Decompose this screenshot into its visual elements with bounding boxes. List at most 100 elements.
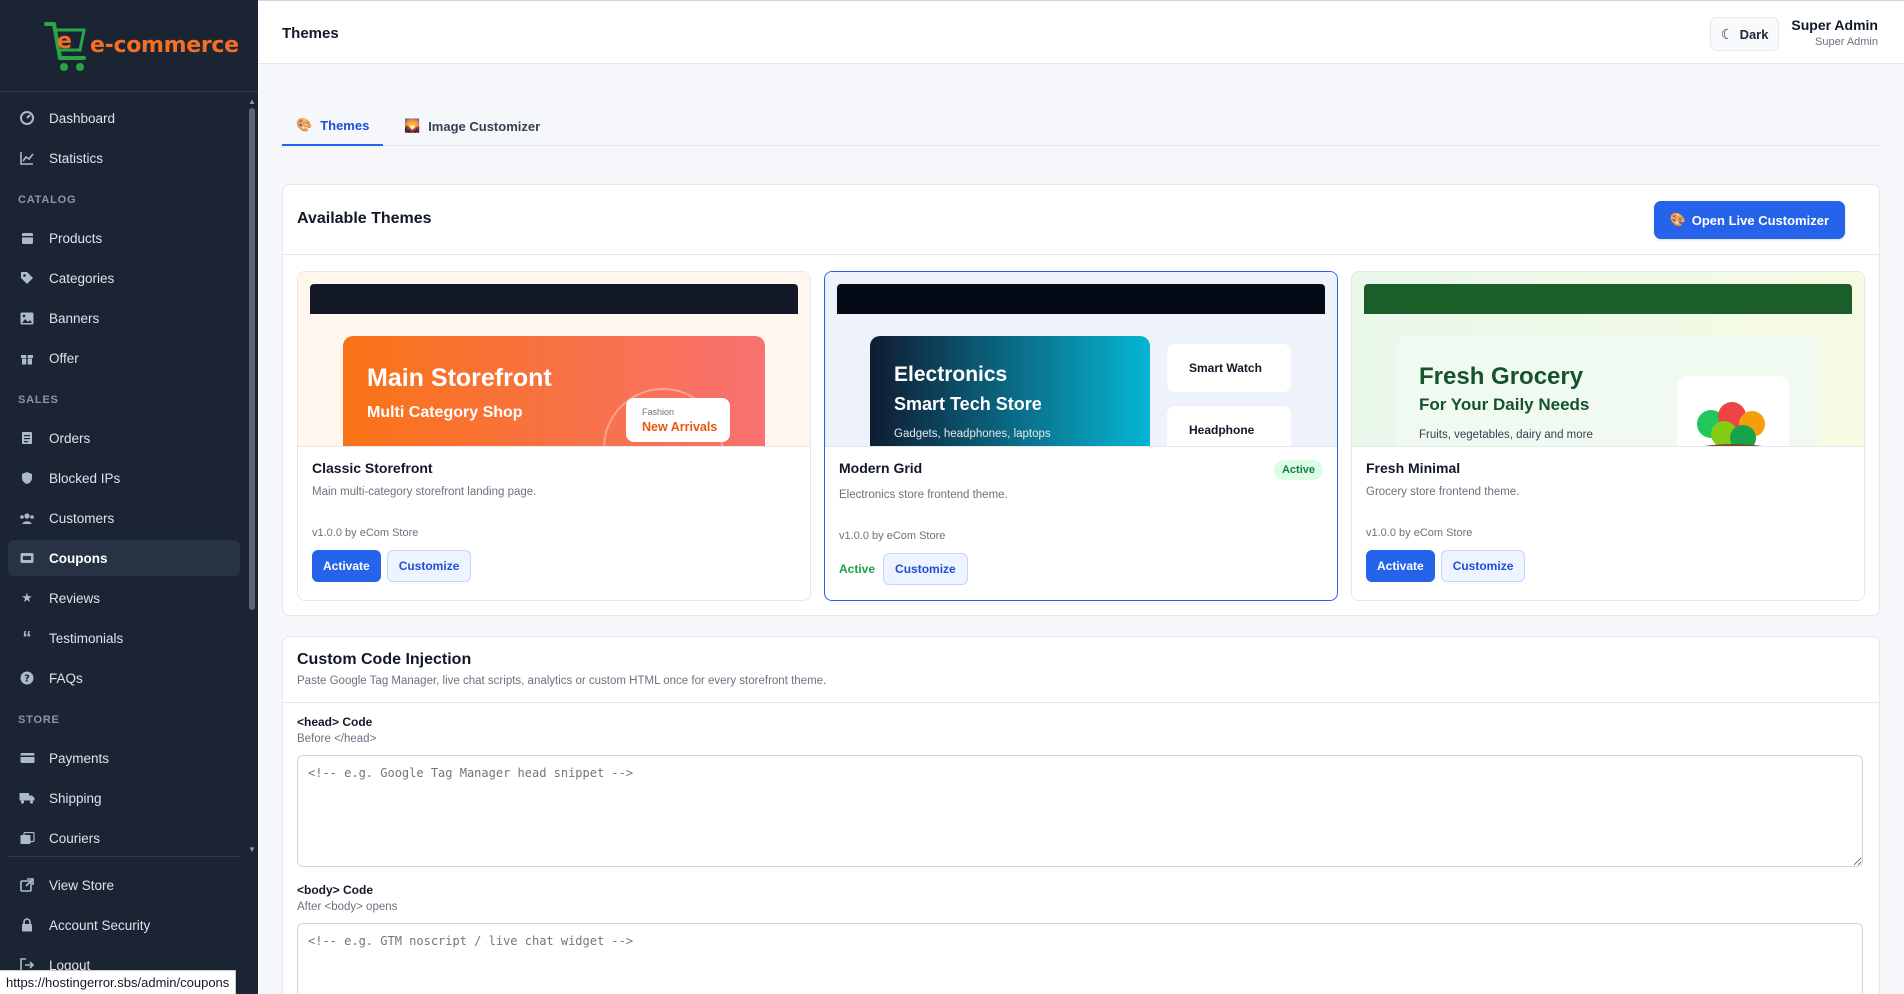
sidebar-item-label: Customers (49, 510, 115, 526)
head-code-hint: Before </head> (297, 733, 377, 745)
sidebar-section-store: STORE (18, 714, 60, 726)
sidebar-section-catalog: CATALOG (18, 194, 77, 206)
preview-hero: Fresh Grocery For Your Daily Needs Fruit… (1397, 336, 1819, 446)
question-icon: ? (19, 670, 35, 686)
preview-title: Main Storefront (367, 364, 552, 392)
sidebar-item-banners[interactable]: Banners (8, 300, 240, 336)
gift-icon (19, 350, 35, 366)
theme-name: Classic Storefront (312, 460, 433, 476)
sidebar-item-products[interactable]: Products (8, 220, 240, 256)
cart-logo-icon: e (44, 21, 86, 71)
theme-preview: Main Storefront Multi Category Shop Fash… (298, 272, 810, 447)
topbar: Themes ☾ Dark Super Admin Super Admin (258, 0, 1904, 64)
sidebar-item-dashboard[interactable]: Dashboard (8, 100, 240, 136)
scroll-up-arrow-icon[interactable]: ▲ (248, 98, 256, 106)
preview-caption: Gadgets, headphones, laptops (894, 428, 1051, 440)
dark-mode-toggle[interactable]: ☾ Dark (1710, 17, 1780, 51)
sidebar-item-coupons[interactable]: Coupons (8, 540, 240, 576)
sidebar-item-view-store[interactable]: View Store (8, 867, 240, 903)
sidebar-scrollbar[interactable]: ▲ ▼ (248, 98, 256, 854)
fruit-bowl-icon (1697, 402, 1765, 446)
sidebar-item-reviews[interactable]: ★ Reviews (8, 580, 240, 616)
theme-preview: Fresh Grocery For Your Daily Needs Fruit… (1352, 272, 1864, 447)
sidebar-item-payments[interactable]: Payments (8, 740, 240, 776)
sidebar-item-orders[interactable]: Orders (8, 420, 240, 456)
scroll-down-arrow-icon[interactable]: ▼ (248, 846, 256, 854)
theme-preview: Electronics Smart Tech Store Gadgets, he… (825, 272, 1337, 447)
user-name[interactable]: Super Admin (1791, 17, 1878, 33)
body-code-field[interactable] (297, 923, 1863, 994)
quote-icon: “ (22, 627, 32, 648)
sidebar-item-offer[interactable]: Offer (8, 340, 240, 376)
sidebar-item-account-security[interactable]: Account Security (8, 907, 240, 943)
customize-button[interactable]: Customize (386, 550, 472, 582)
sidebar-item-label: Blocked IPs (49, 470, 121, 486)
sidebar-item-label: FAQs (49, 670, 83, 686)
sidebar-item-label: Statistics (49, 150, 104, 166)
tab-themes[interactable]: 🎨 Themes (282, 106, 384, 146)
theme-card-fresh-minimal: Fresh Grocery For Your Daily Needs Fruit… (1351, 271, 1865, 601)
head-code-label: <head> Code (297, 715, 373, 729)
tab-image-customizer[interactable]: 🌄 Image Customizer (390, 106, 554, 146)
sidebar-item-statistics[interactable]: Statistics (8, 140, 240, 176)
sidebar-item-label: Dashboard (49, 110, 116, 126)
head-code-field[interactable] (297, 755, 1863, 867)
custom-code-injection-panel: Custom Code Injection Paste Google Tag M… (282, 636, 1880, 994)
theme-actions: Active Customize (839, 553, 968, 585)
activate-button[interactable]: Activate (312, 550, 381, 582)
theme-card-classic-storefront: Main Storefront Multi Category Shop Fash… (297, 271, 811, 601)
preview-side-card: Headphone (1167, 406, 1291, 446)
tab-bar: 🎨 Themes 🌄 Image Customizer (282, 106, 1880, 146)
preview-title: Electronics (894, 363, 1008, 386)
activate-button[interactable]: Activate (1366, 550, 1435, 582)
sidebar-item-label: Reviews (49, 590, 101, 606)
sidebar-item-label: Testimonials (49, 630, 124, 646)
palette-icon: 🎨 (1669, 212, 1686, 227)
sidebar-item-categories[interactable]: Categories (8, 260, 240, 296)
sidebar-bottom-nav: View Store Account Security Logout (8, 856, 240, 987)
preview-side-card: Smart Watch (1167, 344, 1291, 392)
open-live-customizer-button[interactable]: 🎨 Open Live Customizer (1653, 201, 1845, 239)
panel-title: Available Themes (297, 210, 432, 227)
sidebar-item-customers[interactable]: Customers (8, 500, 240, 536)
sidebar-item-label: Products (49, 230, 103, 246)
active-status-text: Active (839, 562, 876, 576)
tab-label: Themes (320, 117, 370, 133)
brand-name: e-commerce (90, 33, 239, 58)
external-link-icon (19, 877, 35, 893)
customize-button[interactable]: Customize (883, 553, 968, 585)
truck-icon (19, 790, 35, 806)
preview-subtitle: For Your Daily Needs (1419, 395, 1590, 414)
customize-button[interactable]: Customize (1440, 550, 1526, 582)
theme-card-modern-grid: Electronics Smart Tech Store Gadgets, he… (824, 271, 1338, 601)
theme-name: Fresh Minimal (1366, 460, 1461, 476)
theme-description: Electronics store frontend theme. (839, 489, 1008, 501)
sidebar-item-label: Coupons (49, 550, 108, 566)
theme-actions: Activate Customize (1366, 550, 1526, 582)
preview-tag-big: New Arrivals (642, 420, 718, 434)
sidebar-item-faqs[interactable]: ? FAQs (8, 660, 240, 696)
sidebar-item-couriers[interactable]: Couriers (8, 820, 240, 850)
chart-line-icon (19, 150, 35, 166)
sidebar-item-blocked-ips[interactable]: Blocked IPs (8, 460, 240, 496)
image-icon (19, 310, 35, 326)
ticket-icon (19, 550, 35, 566)
svg-text:?: ? (24, 674, 30, 685)
page-title: Themes (282, 25, 339, 42)
receipt-icon (19, 430, 35, 446)
sidebar-item-label: Orders (49, 430, 91, 446)
panel-header: Custom Code Injection Paste Google Tag M… (283, 637, 1879, 703)
courier-icon (19, 830, 35, 846)
sidebar-item-label: Banners (49, 310, 100, 326)
svg-text:e: e (57, 29, 72, 54)
available-themes-panel: Available Themes 🎨 Open Live Customizer … (282, 184, 1880, 616)
status-badge: Active (1273, 460, 1323, 480)
sidebar-item-testimonials[interactable]: “ Testimonials (8, 620, 240, 656)
sidebar-section-sales: SALES (18, 394, 59, 406)
preview-fruit-card (1677, 376, 1789, 446)
sidebar-item-shipping[interactable]: Shipping (8, 780, 240, 816)
scroll-thumb[interactable] (249, 108, 255, 610)
tab-label: Image Customizer (428, 118, 541, 134)
preview-tag: Fashion New Arrivals (626, 398, 730, 442)
brand-logo[interactable]: e e-commerce (0, 0, 258, 92)
